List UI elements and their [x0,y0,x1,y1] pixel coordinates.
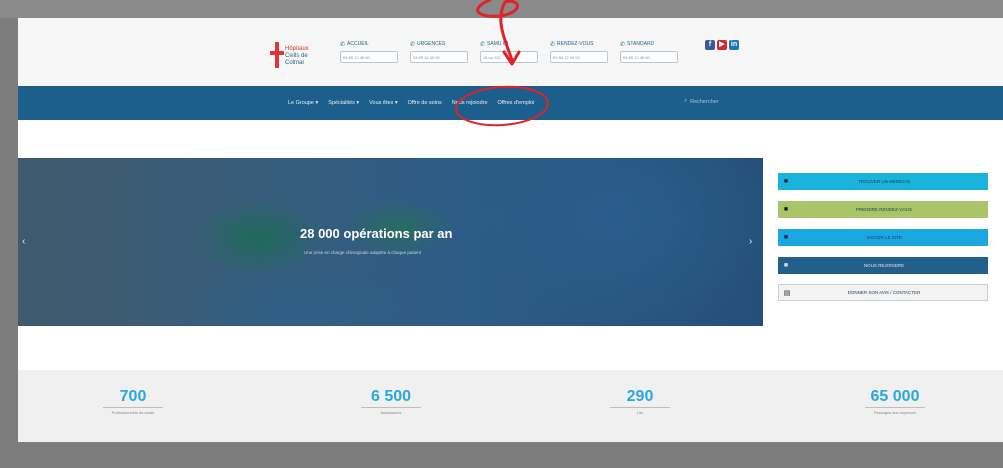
nav-item-vous-etes[interactable]: Vous êtes ▾ [369,100,397,106]
contact-title: STANDARD [627,41,655,47]
phone-icon: ✆ [480,41,486,48]
stat-label: Passages aux urgences [873,410,917,415]
youtube-icon[interactable]: ▶ [717,40,727,50]
document-icon: ▤ [783,289,791,297]
slider-subtitle: Une prise en charge chirurgicale adaptée… [304,250,421,255]
nav-item-offre-de-soins[interactable]: Offre de soins [408,100,442,106]
slider-prev-button[interactable]: ‹ [22,236,25,247]
quick-link-appointment[interactable]: ■ PRENDRE RENDEZ-VOUS [778,201,988,218]
web-page: Hôpitaux Civils de Colmar ✆ ACCUEIL 03 89… [18,18,1003,442]
contact-urgences[interactable]: ✆ URGENCES 03 89 12 40 00 [410,40,468,72]
stats-band: 700 Professionnels de santé 6 500 Naissa… [18,370,1003,442]
quick-link-visit[interactable]: ■ VISITER LE SITE [778,229,988,246]
contact-title: URGENCES [417,41,446,47]
stat-label: Lits [636,410,644,415]
stat-births: 6 500 Naissances [336,388,446,415]
calendar-icon: ■ [783,206,789,213]
stat-number: 290 [626,388,654,405]
search-button[interactable]: ⌕ Rechercher [684,98,719,105]
quick-link-label: NOUS REJOINDRE [863,263,905,268]
contact-value: 15 ou 112 [480,51,538,63]
contact-title: RENDEZ-VOUS [557,41,594,47]
stat-number: 6 500 [370,388,412,405]
quick-link-doctor[interactable]: ■ TROUVER UN MÉDECIN [778,173,988,190]
users-icon: ■ [783,262,789,269]
contact-value: 03 89 12 40 00 [620,51,678,63]
slider-title: 28 000 opérations par an [300,226,453,241]
contact-value: 03 89 12 40 00 [340,51,398,63]
stat-emergencies: 65 000 Passages aux urgences [840,388,950,415]
stat-beds: 290 Lits [585,388,695,415]
cross-icon [270,42,284,68]
hero-slider: ‹ 28 000 opérations par an Une prise en … [18,158,763,326]
phone-icon: ✆ [620,41,626,48]
nav-item-offres-emploi[interactable]: Offres d'emploi [498,100,535,106]
stat-label: Professionnels de santé [111,410,155,415]
stat-professionals: 700 Professionnels de santé [78,388,188,415]
site-header: Hôpitaux Civils de Colmar ✆ ACCUEIL 03 89… [18,18,1003,86]
nav-item-specialites[interactable]: Spécialités ▾ [328,100,359,106]
contact-samu[interactable]: ✆ SAMU 68 15 ou 112 [480,40,538,72]
browser-top-bar [0,0,1003,18]
quick-link-label: PRENDRE RENDEZ-VOUS [855,207,912,212]
doctor-icon: ■ [783,178,789,185]
site-logo[interactable]: Hôpitaux Civils de Colmar [270,40,322,70]
phone-icon: ✆ [550,41,556,48]
search-icon: ⌕ [684,98,688,104]
quick-link-contact[interactable]: ▤ DONNER SON AVIS / CONTACTER [778,284,988,301]
quick-link-label: VISITER LE SITE [866,235,902,240]
search-label: Rechercher [690,98,719,105]
stat-label: Naissances [380,410,402,415]
stat-number: 700 [119,388,147,405]
logo-line-1: Hôpitaux [285,46,309,52]
contact-list: ✆ ACCUEIL 03 89 12 40 00 ✆ URGENCES 03 89 … [340,40,678,72]
quick-link-join[interactable]: ■ NOUS REJOINDRE [778,257,988,274]
contact-value: 03 89 12 40 00 [410,51,468,63]
linkedin-icon[interactable]: in [729,40,739,50]
phone-icon: ✆ [410,41,416,48]
contact-value: 03 89 12 40 00 [550,51,608,63]
logo-line-2: Civils de Colmar [285,53,308,66]
phone-icon: ✆ [340,41,346,48]
hospital-icon: ■ [783,234,789,241]
main-nav: Le Groupe ▾ Spécialités ▾ Vous êtes ▾ Of… [18,86,1003,120]
facebook-icon[interactable]: f [705,40,715,50]
quick-link-label: TROUVER UN MÉDECIN [858,179,910,184]
contact-title: SAMU 68 [487,41,509,47]
contact-rendez-vous[interactable]: ✆ RENDEZ-VOUS 03 89 12 40 00 [550,40,608,72]
nav-item-nous-rejoindre[interactable]: Nous rejoindre [452,100,488,106]
contact-accueil[interactable]: ✆ ACCUEIL 03 89 12 40 00 [340,40,398,72]
contact-title: ACCUEIL [347,41,369,47]
social-links: f ▶ in [705,40,739,50]
contact-standard[interactable]: ✆ STANDARD 03 89 12 40 00 [620,40,678,72]
quick-link-label: DONNER SON AVIS / CONTACTER [847,290,921,295]
slider-next-button[interactable]: › [749,236,752,247]
nav-item-groupe[interactable]: Le Groupe ▾ [288,100,318,106]
stat-number: 65 000 [870,388,920,405]
